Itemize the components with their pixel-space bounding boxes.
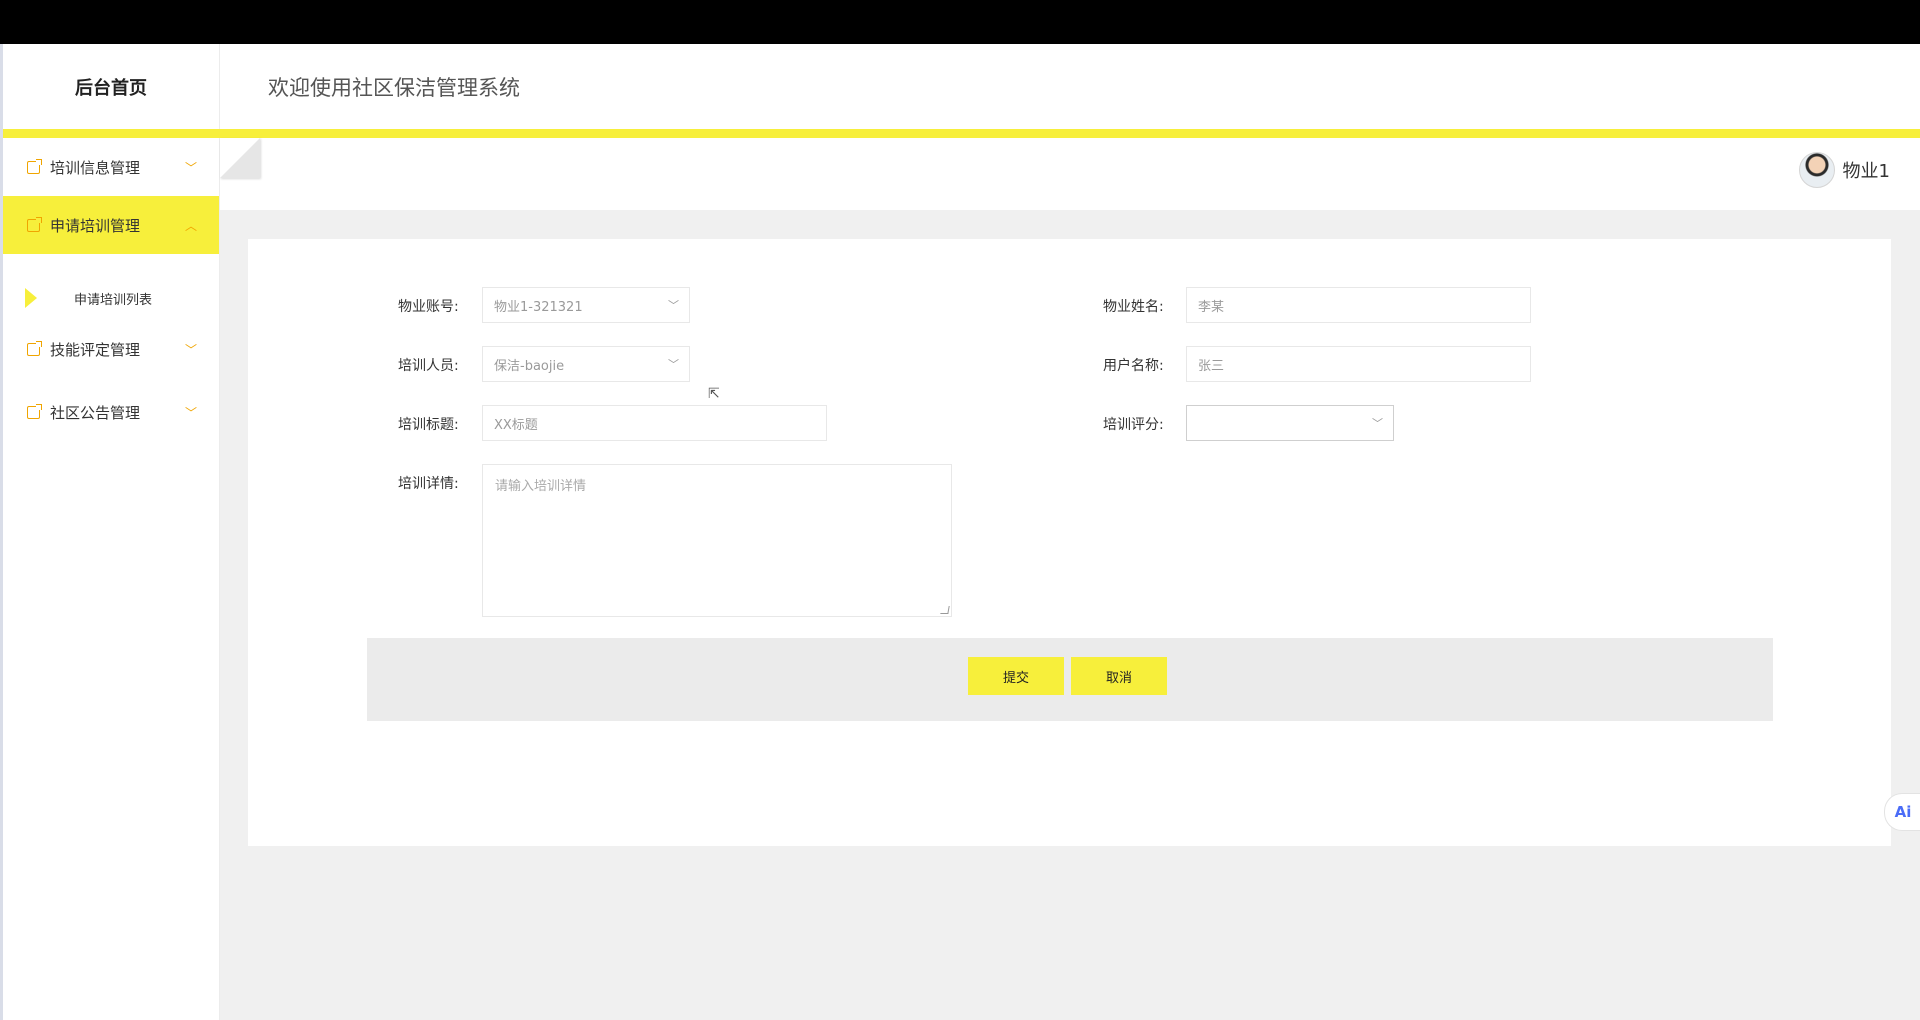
chevron-up-icon: ︿ — [184, 218, 197, 233]
title-field[interactable]: XX标题 — [482, 405, 827, 441]
owner-name-field[interactable]: 李某 — [1186, 287, 1531, 323]
chevron-down-icon: ﹀ — [184, 160, 197, 175]
collapse-toggle-icon[interactable] — [220, 138, 260, 178]
trainee-value: 保洁-baojie — [494, 358, 565, 374]
resize-handle-icon[interactable] — [940, 606, 950, 614]
active-arrow-icon — [25, 288, 37, 308]
owner-name-label: 物业姓名: — [1103, 299, 1164, 315]
title-label: 培训标题: — [398, 417, 459, 433]
sidebar-subitem-apply-list[interactable]: 申请培训列表 — [3, 276, 219, 320]
sidebar: 培训信息管理 ﹀ 申请培训管理 ︿ 申请培训列表 技能评定管理 ﹀ 社区公告管理… — [3, 138, 219, 1020]
sidebar-item-label: 培训信息管理 — [50, 158, 141, 177]
sidebar-item-training-apply[interactable]: 申请培训管理 ︿ — [3, 196, 219, 254]
form-panel: 物业账号: 物业1-321321 ﹀ 物业姓名: 李某 培训人员: 保洁-bao… — [248, 239, 1891, 846]
score-label: 培训评分: — [1103, 417, 1164, 433]
sidebar-subitem-label: 申请培训列表 — [74, 292, 153, 308]
sidebar-item-skill-assessment[interactable]: 技能评定管理 ﹀ — [3, 320, 219, 378]
chevron-down-icon: ﹀ — [184, 342, 197, 357]
sidebar-item-label: 社区公告管理 — [50, 403, 141, 422]
folder-icon — [27, 216, 42, 232]
accent-bar — [3, 129, 1920, 138]
submit-button[interactable]: 提交 — [968, 657, 1064, 695]
ai-assistant-button[interactable]: Ai — [1884, 793, 1920, 831]
account-select[interactable]: 物业1-321321 ﹀ — [482, 287, 690, 323]
details-label: 培训详情: — [398, 476, 459, 492]
owner-name-value: 李某 — [1198, 299, 1225, 315]
username-label: 用户名称: — [1103, 358, 1164, 374]
brand-title[interactable]: 后台首页 — [3, 44, 219, 129]
details-textarea[interactable]: 请输入培训详情 — [482, 464, 952, 617]
username-value: 张三 — [1198, 358, 1225, 374]
score-select[interactable]: ﹀ — [1186, 405, 1394, 441]
title-value: XX标题 — [494, 417, 538, 433]
sidebar-item-label: 技能评定管理 — [50, 340, 141, 359]
folder-icon — [27, 403, 42, 419]
avatar-icon[interactable] — [1798, 152, 1835, 188]
details-placeholder: 请输入培训详情 — [495, 479, 587, 494]
form-actions: 提交 取消 — [367, 638, 1773, 721]
sidebar-item-label: 申请培训管理 — [50, 216, 141, 235]
folder-icon — [27, 340, 42, 356]
welcome-title: 欢迎使用社区保洁管理系统 — [268, 75, 520, 100]
sidebar-item-community-notice[interactable]: 社区公告管理 ﹀ — [3, 383, 219, 441]
chevron-down-icon: ﹀ — [668, 358, 679, 371]
account-value: 物业1-321321 — [494, 299, 583, 315]
content-header: 物业1 — [220, 138, 1920, 210]
user-name[interactable]: 物业1 — [1843, 157, 1890, 183]
trainee-label: 培训人员: — [398, 358, 459, 374]
account-label: 物业账号: — [398, 299, 459, 315]
chevron-down-icon: ﹀ — [1372, 417, 1383, 430]
trainee-select[interactable]: 保洁-baojie ﹀ — [482, 346, 690, 382]
username-field[interactable]: 张三 — [1186, 346, 1531, 382]
cancel-button[interactable]: 取消 — [1071, 657, 1167, 695]
chevron-down-icon: ﹀ — [184, 405, 197, 420]
folder-icon — [27, 158, 42, 174]
user-menu[interactable]: 物业1 — [1798, 152, 1890, 188]
chevron-down-icon: ﹀ — [668, 299, 679, 312]
browser-topbar — [0, 0, 1920, 44]
sidebar-item-training-info[interactable]: 培训信息管理 ﹀ — [3, 138, 219, 196]
mouse-cursor-icon: ⇱ — [708, 386, 720, 402]
